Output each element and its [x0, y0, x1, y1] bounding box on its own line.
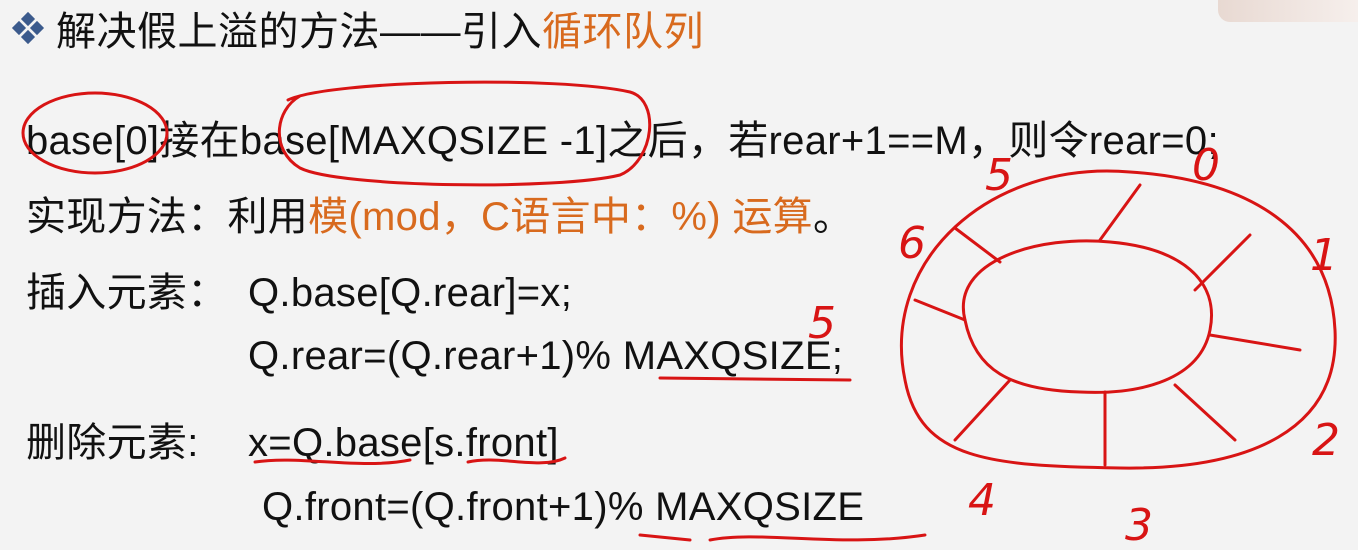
ring-divider-3 [1208, 333, 1302, 352]
line-base-wraparound: base[0]接在base[MAXQSIZE -1]之后，若rear+1==M，… [26, 119, 1219, 163]
delete-label: 删除元素: [26, 421, 199, 465]
ring-divider-6 [953, 378, 1012, 442]
label-6: 6 [898, 218, 926, 269]
label-3: 3 [1125, 500, 1153, 550]
ring-divider-2 [1193, 233, 1252, 292]
line-delete: 删除元素: x=Q.base[s.front] [26, 410, 559, 468]
heading-highlight: 循环队列 [542, 10, 704, 54]
delete-code-1: x=Q.base[s.front] [248, 421, 559, 465]
heading-text: 解决假上溢的方法——引入 [56, 10, 542, 54]
insert-label: 插入元素： [26, 271, 228, 315]
ring-divider-4 [1173, 383, 1237, 442]
insert-code-2: Q.rear=(Q.rear+1)% MAXQSIZE; [248, 334, 844, 378]
label-4: 4 [968, 475, 996, 526]
underline-maxqsize-delete [708, 533, 927, 542]
diamond-bullet-icon [11, 11, 45, 45]
method-highlight: 模(mod，C语言中：%) 运算 [308, 195, 813, 239]
slide-heading: 解决假上溢的方法——引入 循环队列 [11, 2, 704, 54]
inner-ring [961, 239, 1213, 394]
method-suffix: 。 [812, 195, 854, 239]
ring-divider-8 [953, 226, 1002, 264]
method-prefix: 实现方法：利用 [26, 195, 309, 239]
line-method: 实现方法：利用模(mod，C语言中：%) 运算。 [26, 184, 853, 242]
presenter-video-thumbnail [1218, 0, 1358, 22]
insert-code-1: Q.base[Q.rear]=x; [248, 271, 573, 315]
slide: 解决假上溢的方法——引入 循环队列 base[0]接在base[MAXQSIZE … [0, 0, 1358, 550]
label-2: 2 [1312, 415, 1340, 466]
delete-code-2: Q.front=(Q.front+1)% MAXQSIZE [262, 485, 865, 529]
outer-ring [899, 169, 1337, 470]
ring-divider-1 [1098, 183, 1142, 242]
line-insert: 插入元素： Q.base[Q.rear]=x; [26, 260, 572, 318]
underline-mod [638, 533, 692, 542]
label-1: 1 [1310, 230, 1338, 281]
ring-divider-7 [913, 298, 967, 322]
